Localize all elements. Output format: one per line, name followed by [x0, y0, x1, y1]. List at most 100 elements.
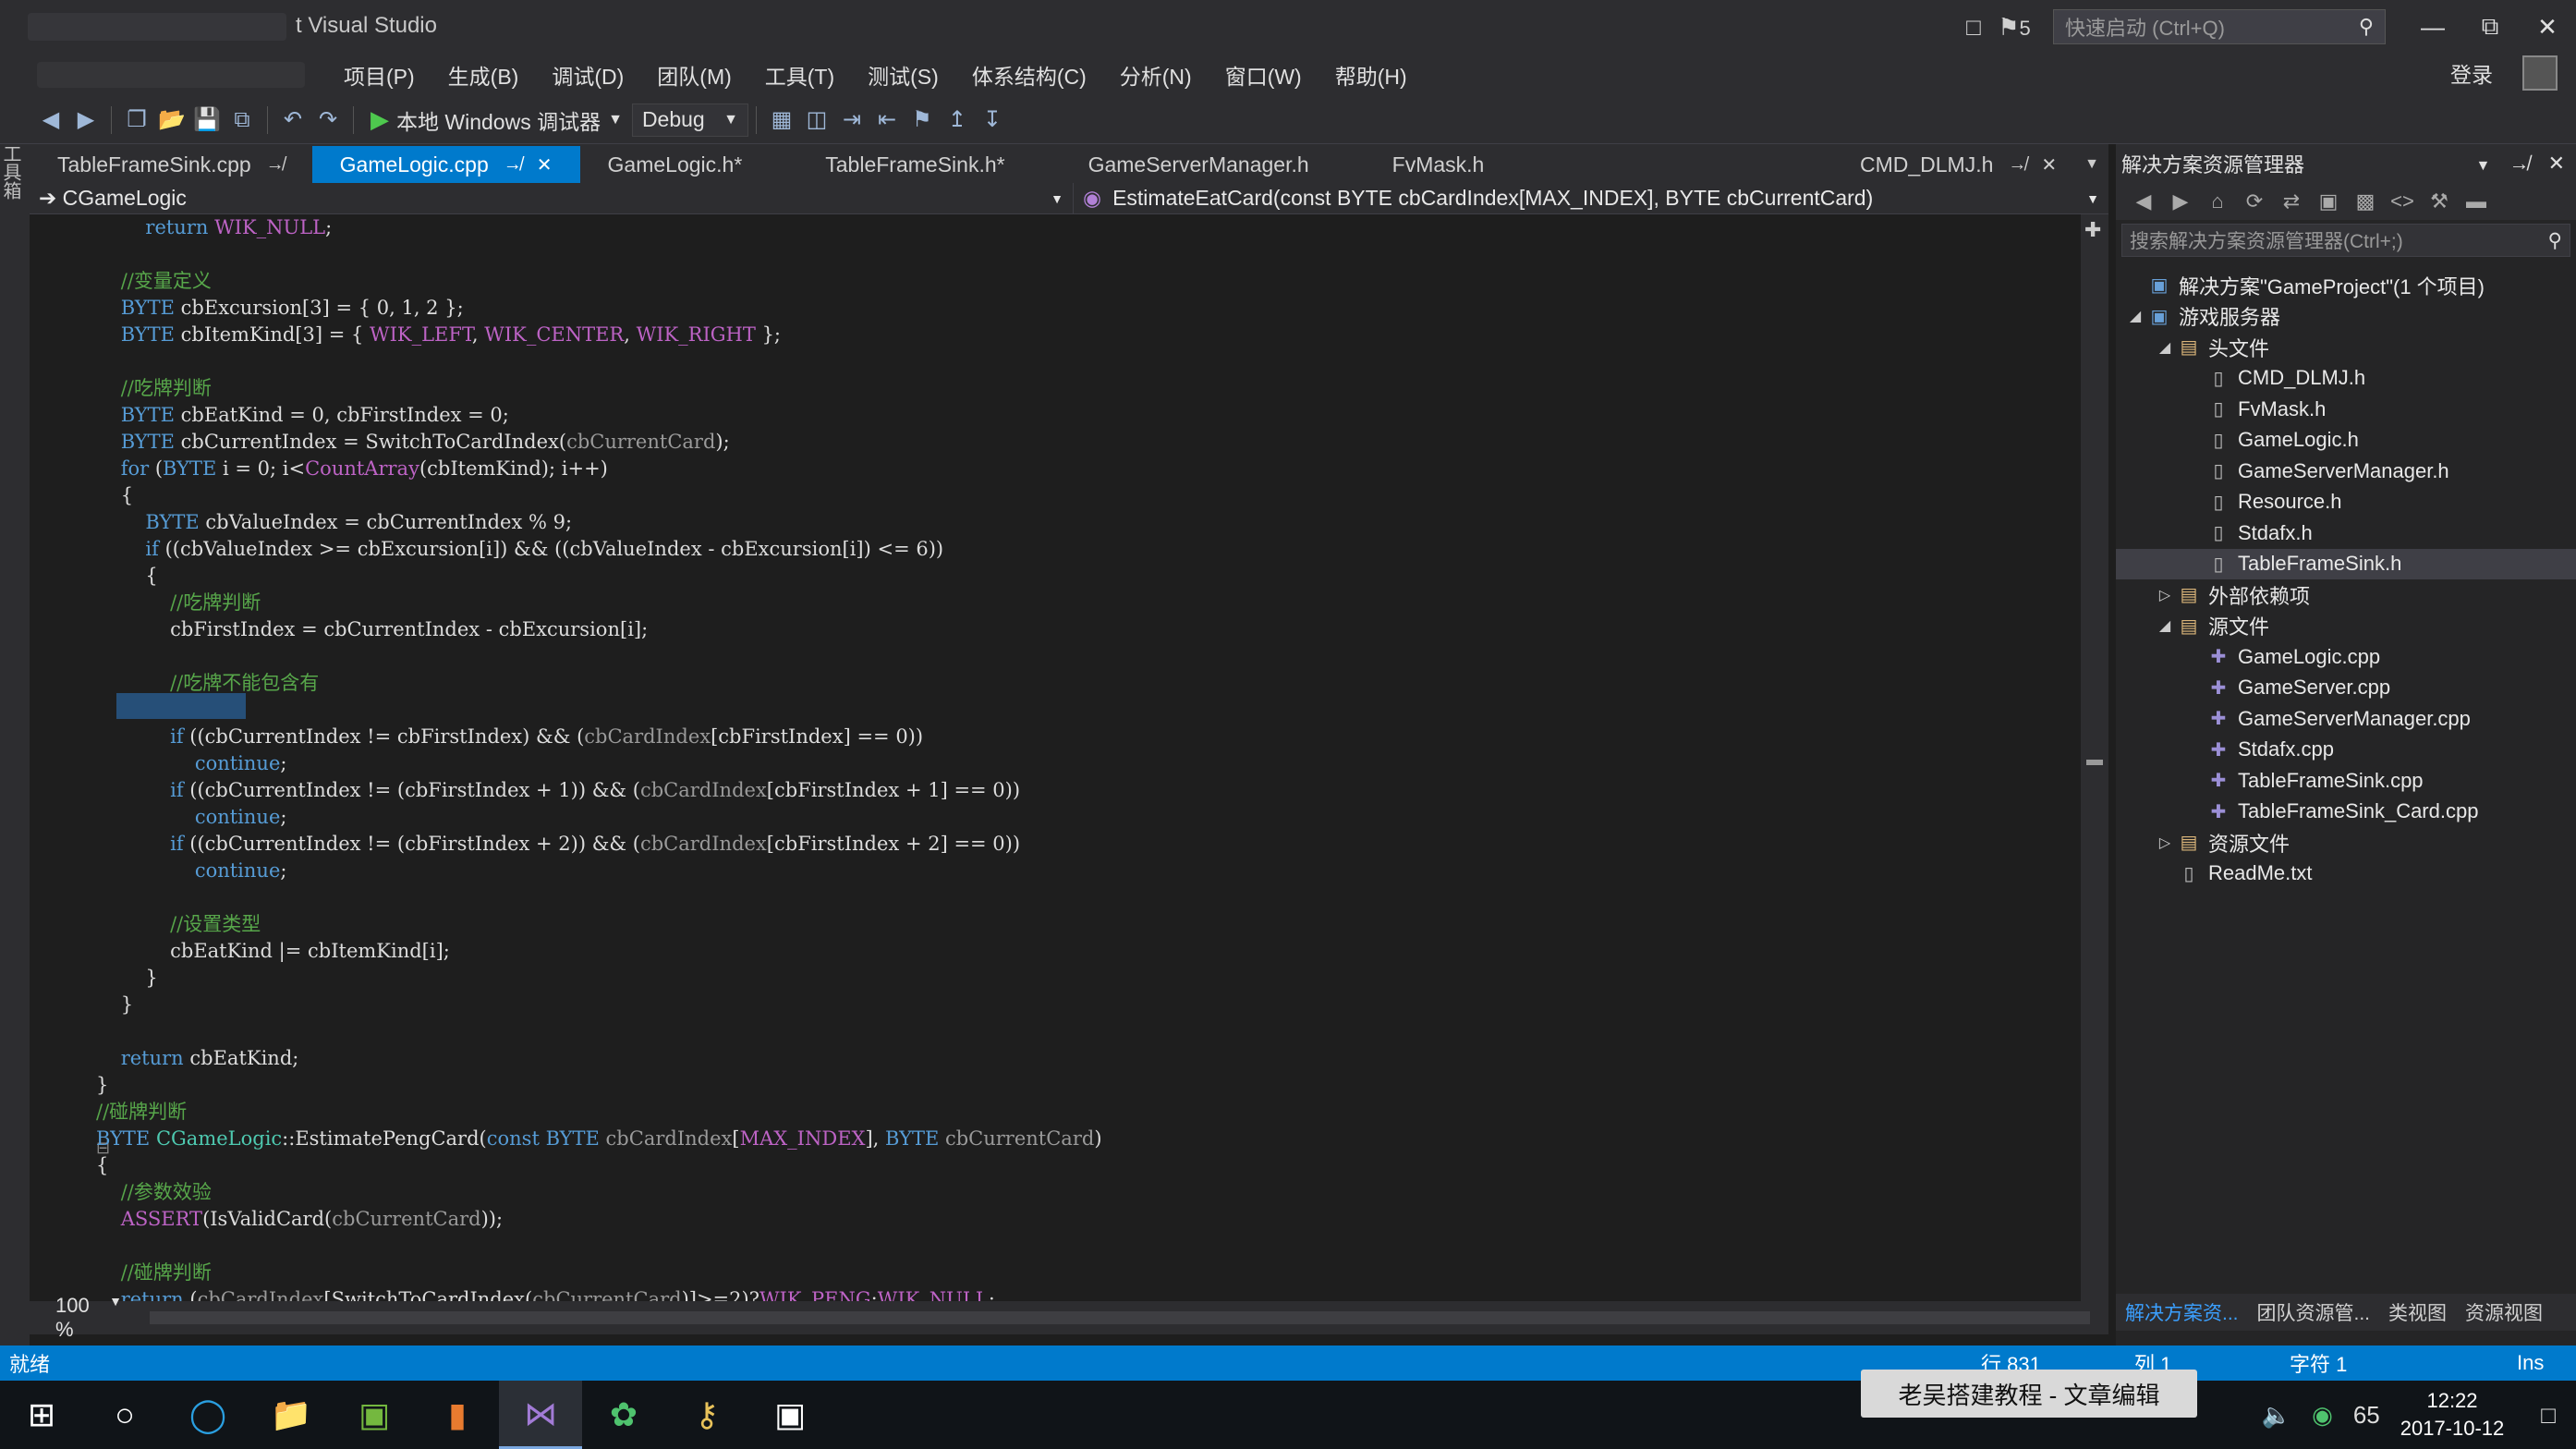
app-green-leaf-icon[interactable]: ✿: [582, 1381, 665, 1449]
start-debug-button[interactable]: ▶ 本地 Windows 调试器 ▼: [361, 104, 632, 136]
sync-icon[interactable]: ⟳: [2236, 189, 2273, 213]
code-line[interactable]: //碰牌判断: [96, 1099, 2081, 1126]
code-line[interactable]: }: [96, 1072, 2081, 1099]
tree-item[interactable]: ✚ GameLogic.cpp: [2116, 641, 2576, 673]
close-icon[interactable]: ✕: [2548, 152, 2565, 175]
code-line[interactable]: }: [96, 965, 2081, 992]
tree-item[interactable]: ▯ GameLogic.h: [2116, 425, 2576, 457]
tree-item[interactable]: ◢ ▣ 游戏服务器: [2116, 301, 2576, 333]
tree-item[interactable]: ▯ CMD_DLMJ.h: [2116, 363, 2576, 395]
code-lines[interactable]: return WIK_NULL; //变量定义 BYTE cbExcursion…: [96, 214, 2081, 1301]
code-line[interactable]: if ((cbCurrentIndex != (cbFirstIndex + 2…: [96, 831, 2081, 858]
expand-arrow-icon[interactable]: ◢: [2155, 616, 2175, 635]
app-white-icon[interactable]: ▣: [748, 1381, 832, 1449]
split-plus-icon[interactable]: ✚: [2084, 218, 2101, 242]
editor-gutter[interactable]: [30, 214, 96, 1301]
tree-item[interactable]: ▷ ▤ 资源文件: [2116, 827, 2576, 858]
menu-window[interactable]: 窗口(W): [1209, 59, 1318, 91]
solution-view-icon[interactable]: ◫: [799, 106, 834, 133]
menu-architecture[interactable]: 体系结构(C): [955, 59, 1103, 91]
code-line[interactable]: [96, 697, 2081, 724]
code-line[interactable]: //变量定义: [96, 268, 2081, 295]
solution-search-input[interactable]: 搜索解决方案资源管理器(Ctrl+;) ⚲: [2121, 224, 2570, 257]
tree-item[interactable]: ✚ GameServerManager.cpp: [2116, 703, 2576, 735]
tab-cmd-dlmj-h[interactable]: CMD_DLMJ.h ↛ ✕: [1832, 146, 2084, 183]
collapse-arrow-icon[interactable]: ▷: [2155, 586, 2175, 604]
bookmark-icon[interactable]: ⚑: [905, 106, 940, 133]
code-line[interactable]: [96, 241, 2081, 268]
tab-team-explorer[interactable]: 团队资源管...: [2248, 1298, 2380, 1326]
tab-overflow-chevron-icon[interactable]: ▼: [2084, 156, 2099, 173]
save-icon[interactable]: 💾: [189, 106, 225, 133]
close-button[interactable]: ✕: [2519, 0, 2576, 54]
code-line[interactable]: ASSERT(IsValidCard(cbCurrentCard));: [96, 1206, 2081, 1233]
cortana-icon[interactable]: ○: [83, 1381, 166, 1449]
minimize-button[interactable]: —: [2404, 0, 2461, 54]
code-line[interactable]: cbEatKind |= cbItemKind[i];: [96, 938, 2081, 965]
key-tool-icon[interactable]: ⚷: [665, 1381, 748, 1449]
code-line[interactable]: return cbEatKind;: [96, 1045, 2081, 1072]
member-dropdown[interactable]: ◉ EstimateEatCard(const BYTE cbCardIndex[…: [1074, 183, 2108, 213]
forward-icon[interactable]: ▶: [2162, 189, 2199, 213]
code-line[interactable]: //吃牌判断: [96, 375, 2081, 402]
pin-icon[interactable]: ↛: [266, 154, 285, 176]
tab-tableframesink-h[interactable]: TableFrameSink.h*: [770, 146, 1032, 183]
tree-item[interactable]: ▯ GameServerManager.h: [2116, 456, 2576, 487]
pin-icon[interactable]: ↛: [504, 154, 522, 176]
code-line[interactable]: //碰牌判断: [96, 1260, 2081, 1286]
new-project-icon[interactable]: ❐: [119, 106, 154, 133]
code-line[interactable]: if ((cbValueIndex >= cbExcursion[i]) && …: [96, 536, 2081, 563]
preview-icon[interactable]: ▬: [2458, 189, 2495, 213]
redo-icon[interactable]: ↷: [310, 106, 346, 133]
zoom-select[interactable]: 100 % ▼: [30, 1294, 131, 1342]
code-line[interactable]: return WIK_NULL;: [96, 214, 2081, 241]
code-line[interactable]: BYTE cbCurrentIndex = SwitchToCardIndex(…: [96, 429, 2081, 456]
tab-resource-view[interactable]: 资源视图: [2456, 1298, 2552, 1326]
code-line[interactable]: if ((cbCurrentIndex != (cbFirstIndex + 1…: [96, 777, 2081, 804]
code-line[interactable]: //参数效验: [96, 1179, 2081, 1206]
code-line[interactable]: cbFirstIndex = cbCurrentIndex - cbExcurs…: [96, 616, 2081, 643]
browser-icon[interactable]: ◯: [166, 1381, 249, 1449]
tree-item[interactable]: ▯ TableFrameSink.h: [2116, 548, 2576, 579]
code-line[interactable]: {: [96, 482, 2081, 509]
tree-item[interactable]: ✚ GameServer.cpp: [2116, 673, 2576, 704]
code-line[interactable]: return (cbCardIndex[SwitchToCardIndex(cb…: [96, 1286, 2081, 1301]
code-line[interactable]: for (BYTE i = 0; i<CountArray(cbItemKind…: [96, 456, 2081, 482]
collapse-all-icon[interactable]: ▣: [2310, 189, 2347, 213]
code-line[interactable]: [96, 643, 2081, 670]
feedback-icon[interactable]: □: [1953, 13, 1994, 42]
code-line[interactable]: {: [96, 1152, 2081, 1179]
code-line[interactable]: //吃牌不能包含有: [96, 670, 2081, 697]
menu-test[interactable]: 测试(S): [851, 59, 955, 91]
tab-gamelogic-cpp[interactable]: GameLogic.cpp ↛ ✕: [311, 146, 580, 183]
forward-icon[interactable]: ▶: [68, 106, 103, 133]
code-line[interactable]: {: [96, 563, 2081, 590]
code-line[interactable]: continue;: [96, 804, 2081, 831]
menu-team[interactable]: 团队(M): [640, 59, 747, 91]
code-line[interactable]: //吃牌判断: [96, 590, 2081, 616]
app-orange-icon[interactable]: ▮: [416, 1381, 499, 1449]
tray-badge[interactable]: 65: [2353, 1401, 2380, 1430]
tree-item[interactable]: ✚ Stdafx.cpp: [2116, 735, 2576, 766]
home-icon[interactable]: ⌂: [2199, 189, 2236, 213]
refresh-icon[interactable]: ⇄: [2273, 189, 2310, 213]
code-line[interactable]: continue;: [96, 750, 2081, 777]
code-line[interactable]: [96, 1018, 2081, 1045]
code-line[interactable]: BYTE CGameLogic::EstimatePengCard(const …: [96, 1126, 2081, 1152]
tree-item[interactable]: ◢ ▤ 源文件: [2116, 611, 2576, 642]
tree-item[interactable]: ✚ TableFrameSink_Card.cpp: [2116, 797, 2576, 828]
restore-button[interactable]: ⧉: [2461, 0, 2519, 54]
undo-icon[interactable]: ↶: [275, 106, 310, 133]
tab-tableframesink-cpp[interactable]: TableFrameSink.cpp ↛: [30, 146, 312, 183]
chevron-down-icon[interactable]: ▼: [2475, 158, 2490, 174]
editor-vertical-scrollbar[interactable]: ✚: [2081, 214, 2108, 1301]
code-editor[interactable]: ⊟ return WIK_NULL; //变量定义 BYTE cbExcursi…: [30, 214, 2081, 1301]
start-button[interactable]: ⊞: [0, 1381, 83, 1449]
visual-studio-icon[interactable]: ⋈: [499, 1381, 582, 1449]
menu-help[interactable]: 帮助(H): [1318, 59, 1424, 91]
code-line[interactable]: BYTE cbExcursion[3] = { 0, 1, 2 };: [96, 295, 2081, 322]
show-all-files-icon[interactable]: ▩: [2347, 189, 2384, 213]
code-line[interactable]: }: [96, 992, 2081, 1018]
indent-icon[interactable]: ⇥: [834, 106, 869, 133]
editor-horizontal-scrollbar[interactable]: [150, 1311, 2090, 1324]
